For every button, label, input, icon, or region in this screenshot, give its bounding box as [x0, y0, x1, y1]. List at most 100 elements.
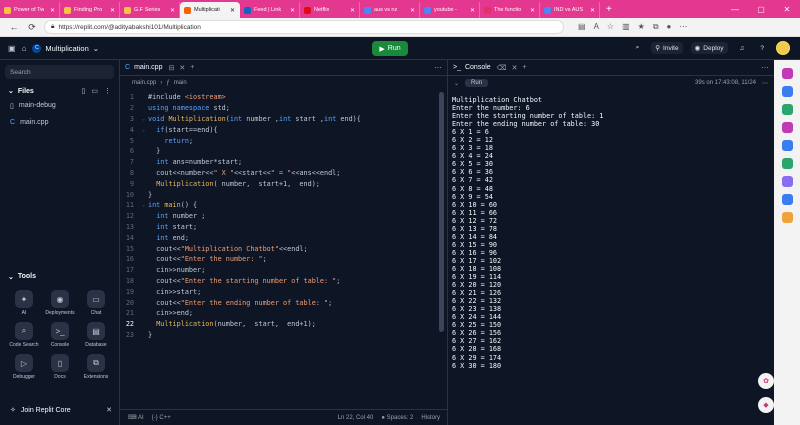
code-line[interactable]: 14 int end;	[120, 232, 438, 243]
close-icon[interactable]: ✕	[50, 7, 55, 14]
edge-sidebar-app-icon[interactable]	[781, 176, 793, 187]
split-screen-icon[interactable]: ▥	[622, 22, 630, 32]
profile-icon[interactable]: ●	[667, 22, 672, 32]
edge-sidebar-app-icon[interactable]	[781, 86, 793, 97]
close-icon[interactable]: ✕	[530, 7, 535, 14]
edge-sidebar-app-icon[interactable]	[781, 194, 793, 205]
close-icon[interactable]: ✕	[179, 64, 185, 72]
tool-docs[interactable]: ▯ Docs	[42, 354, 78, 380]
close-icon[interactable]: ✕	[106, 406, 112, 414]
code-line[interactable]: 17 cin>>number;	[120, 265, 438, 276]
code-line[interactable]: 23}	[120, 330, 438, 341]
console-output[interactable]: Multiplication Chatbot Enter the number: …	[452, 96, 603, 370]
search-input[interactable]: Search	[5, 65, 114, 79]
chevron-down-icon[interactable]: ⌄	[454, 80, 459, 87]
tool-console[interactable]: >_ Console	[42, 322, 78, 348]
files-header[interactable]: ⌄ Files ▯ ▭ ⋮	[0, 85, 119, 97]
search-icon[interactable]: ⌕	[632, 42, 644, 54]
minimize-icon[interactable]: —	[722, 5, 748, 14]
code-line[interactable]: 16 cout<< "Enter the number: ";	[120, 254, 438, 265]
editor-scrollbar[interactable]	[439, 92, 444, 332]
close-icon[interactable]: ✕	[470, 7, 475, 14]
code-line[interactable]: 15 cout<< "Multiplication Chatbot" <<endl;	[120, 243, 438, 254]
code-line[interactable]: 11 ⌄ int main() {	[120, 200, 438, 211]
maximize-icon[interactable]: ▢	[748, 5, 774, 14]
code-area[interactable]: 1 #include <iostream> 2 using namespace std…	[120, 92, 438, 340]
code-line[interactable]: 1 #include <iostream>	[120, 92, 438, 103]
browser-tab[interactable]: Multiplicati ✕	[180, 2, 240, 18]
deploy-button[interactable]: ◉ Deploy	[690, 42, 728, 54]
breadcrumb-file[interactable]: main.cpp	[132, 80, 156, 86]
browser-tab[interactable]: Feed | Link ✕	[240, 2, 300, 18]
add-tab-icon[interactable]: +	[190, 64, 194, 72]
code-line[interactable]: 13 int start;	[120, 222, 438, 233]
breadcrumb-symbol[interactable]: main	[174, 80, 187, 86]
tool-debugger[interactable]: ▷ Debugger	[6, 354, 42, 380]
cursor-position[interactable]: Ln 22, Col 40	[338, 415, 374, 421]
tab-console[interactable]: >_ Console	[453, 64, 491, 71]
code-line[interactable]: 8 cout<<number<< " X " <<start<< " = " <<ans…	[120, 168, 438, 179]
read-aloud-icon[interactable]: A	[594, 22, 599, 32]
project-selector[interactable]: C Multiplication ⌄	[32, 43, 99, 53]
tools-header[interactable]: ⌄ Tools	[8, 273, 36, 281]
tool-deployments[interactable]: ◉ Deployments	[42, 290, 78, 316]
tool-extensions[interactable]: ⧉ Extensions	[78, 354, 114, 380]
close-icon[interactable]: ✕	[774, 5, 800, 14]
browser-tab[interactable]: G.F Series ✕	[120, 2, 180, 18]
close-icon[interactable]: ✕	[170, 7, 175, 14]
code-line[interactable]: 18 cout<< "Enter the starting number of t…	[120, 276, 438, 287]
code-line[interactable]: 3 ⌄ void Multiplication(int number , int st…	[120, 114, 438, 125]
run-button[interactable]: ▶ Run	[372, 41, 408, 56]
close-icon[interactable]: ✕	[230, 7, 235, 14]
browser-tab[interactable]: IND vs AUS ✕	[540, 2, 600, 18]
browser-tab[interactable]: Finding Pro ✕	[60, 2, 120, 18]
more-icon[interactable]: ⋯	[434, 63, 442, 72]
code-line[interactable]: 5 return;	[120, 135, 438, 146]
favorites-icon[interactable]: ★	[638, 22, 645, 32]
close-icon[interactable]: ✕	[290, 7, 295, 14]
close-icon[interactable]: ✕	[350, 7, 355, 14]
edge-sidebar-app-icon[interactable]	[781, 158, 793, 169]
help-icon[interactable]: ?	[756, 43, 768, 54]
collections-icon[interactable]: ⧉	[653, 22, 659, 32]
invite-button[interactable]: ⚲ Invite	[651, 42, 683, 54]
add-tab-icon[interactable]: +	[522, 64, 526, 72]
code-line[interactable]: 12 int number ;	[120, 211, 438, 222]
close-icon[interactable]: ✕	[512, 64, 518, 72]
avatar[interactable]	[776, 41, 790, 55]
replit-logo-icon[interactable]: ⌂	[22, 44, 27, 53]
refresh-icon[interactable]: ⟳	[26, 22, 38, 33]
chat-bubble-icon[interactable]: ◆	[758, 397, 774, 413]
code-line[interactable]: 10}	[120, 189, 438, 200]
more-icon[interactable]: ⋯	[761, 63, 769, 72]
sidebar-toggle-icon[interactable]: ▣	[8, 44, 16, 53]
language-status[interactable]: {-} C++	[152, 415, 171, 421]
browser-tab[interactable]: aus vs nz ✕	[360, 2, 420, 18]
browser-tab[interactable]: Netflix ✕	[300, 2, 360, 18]
code-line[interactable]: 19 cin>>start;	[120, 286, 438, 297]
more-icon[interactable]: ⋮	[104, 87, 111, 95]
close-icon[interactable]: ✕	[590, 7, 595, 14]
bell-icon[interactable]: ♫	[736, 43, 749, 54]
favorite-icon[interactable]: ☆	[607, 22, 614, 32]
new-folder-icon[interactable]: ▭	[91, 87, 98, 95]
tool-chat[interactable]: ▭ Chat	[78, 290, 114, 316]
code-line[interactable]: 9 Multiplication( number, start+ 1, end);	[120, 178, 438, 189]
run-chip[interactable]: Run	[465, 79, 489, 87]
code-line[interactable]: 22 Multiplication (number, start, end+ 1);	[120, 319, 438, 330]
url-field[interactable]: 🔒︎ https://replit.com/@adityabakshi101/M…	[44, 20, 564, 34]
split-icon[interactable]: ⊟	[168, 64, 174, 72]
new-tab-icon[interactable]: +	[600, 2, 618, 18]
browser-tab[interactable]: youtube - ✕	[420, 2, 480, 18]
code-line[interactable]: 2 using namespace std;	[120, 103, 438, 114]
edge-sidebar-app-icon[interactable]	[781, 140, 793, 151]
more-icon[interactable]: ⋯	[762, 80, 768, 87]
history-button[interactable]: History	[421, 415, 440, 421]
ai-status[interactable]: ⌨ AI	[128, 414, 144, 421]
browser-tab[interactable]: The functio ✕	[480, 2, 540, 18]
edge-sidebar-app-icon[interactable]	[781, 212, 793, 223]
more-icon[interactable]: ⋯	[679, 22, 687, 32]
code-line[interactable]: 20 cout<< "Enter the ending number of tab…	[120, 297, 438, 308]
file-item-main-cpp[interactable]: C main.cpp	[0, 114, 119, 131]
join-core-banner[interactable]: ✧ Join Replit Core ✕	[6, 402, 116, 418]
